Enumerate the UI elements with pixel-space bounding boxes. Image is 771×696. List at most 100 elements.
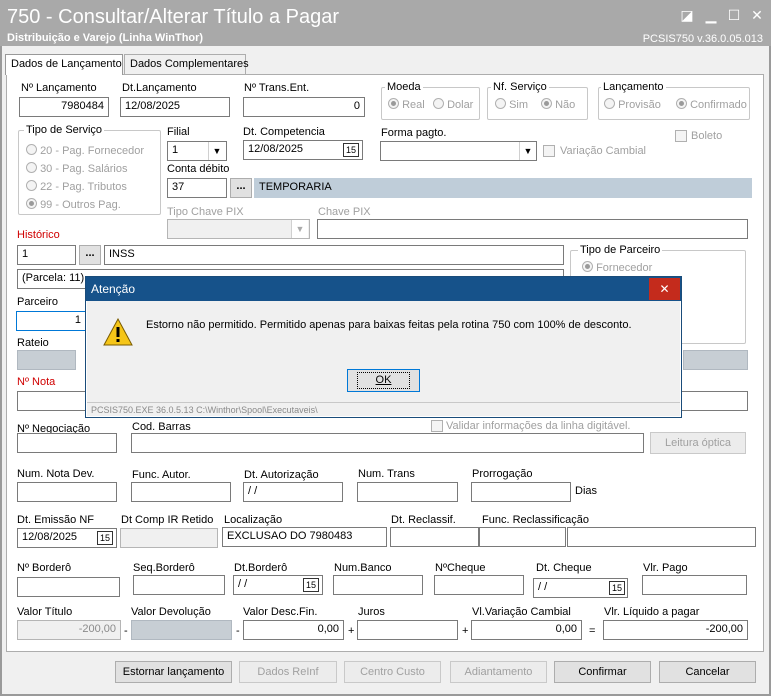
cancelar-button[interactable]: Cancelar <box>659 661 756 683</box>
radio-icon <box>433 98 444 109</box>
valor-titulo-label: Valor Título <box>17 606 73 618</box>
close-window-icon[interactable]: ✕ <box>748 6 766 24</box>
fornecedor-radio[interactable]: Fornecedor <box>582 261 652 274</box>
tab-dados-complementares[interactable]: Dados Complementares <box>124 54 249 74</box>
func-autor-label: Func. Autor. <box>132 469 191 481</box>
nf-nao-radio[interactable]: Não <box>541 98 575 111</box>
tab-dados-lancamento[interactable]: Dados de Lançamento <box>5 54 123 75</box>
prorrogacao-field[interactable] <box>471 482 571 502</box>
juros-field[interactable] <box>357 620 458 640</box>
calendar-icon[interactable]: 15 <box>609 581 625 595</box>
provisao-label: Provisão <box>618 99 661 111</box>
historico-code[interactable]: 1 <box>17 245 76 265</box>
historico-search-button[interactable]: ... <box>79 245 101 265</box>
chevron-down-icon[interactable]: ▼ <box>291 220 308 238</box>
vl-variacao-label: Vl.Variação Cambial <box>472 606 571 618</box>
trans-ent-field[interactable]: 0 <box>243 97 365 117</box>
nota-dev-label: Num. Nota Dev. <box>17 468 95 480</box>
forma-pagto-select[interactable] <box>380 141 537 161</box>
sim-label: Sim <box>509 99 529 111</box>
boleto-checkbox[interactable] <box>675 130 687 142</box>
moeda-title: Moeda <box>385 81 423 93</box>
dt-competencia-label: Dt. Competencia <box>243 126 325 138</box>
ts2-label: 30 - Pag. Salários <box>40 163 128 175</box>
version-label: PCSIS750 v.36.0.05.013 <box>642 33 763 45</box>
num-banco-field[interactable] <box>333 575 423 595</box>
minimize-icon[interactable]: ▁ <box>702 6 720 24</box>
centro-custo-button[interactable]: Centro Custo <box>344 661 441 683</box>
valor-devolucao-label: Valor Devolução <box>131 606 211 618</box>
vlr-pago-field[interactable] <box>642 575 747 595</box>
radio-icon <box>495 98 506 109</box>
func-reclass-desc[interactable] <box>567 527 756 547</box>
restore-icon[interactable]: ◪ <box>678 6 696 24</box>
ts-outros-radio[interactable]: 99 - Outros Pag. <box>26 198 121 211</box>
nota-dev-field[interactable] <box>17 482 117 502</box>
tipo-servico-title: Tipo de Serviço <box>24 124 105 136</box>
bordero-field[interactable] <box>17 577 120 597</box>
minus-sign: - <box>236 625 240 637</box>
confirmado-radio[interactable]: Confirmado <box>676 98 747 111</box>
dt-lancamento-field[interactable]: 12/08/2025 <box>120 97 230 117</box>
vlr-liquido-field[interactable]: -200,00 <box>603 620 748 640</box>
calendar-icon[interactable]: 15 <box>97 531 113 545</box>
func-reclass-label: Func. Reclassificação <box>482 514 589 526</box>
estornar-lancamento-button[interactable]: Estornar lançamento <box>115 661 232 683</box>
dt-autorizacao-field[interactable]: / / <box>243 482 343 502</box>
parceiro-field[interactable]: 1 <box>16 311 86 331</box>
moeda-dolar-radio[interactable]: Dolar <box>433 98 473 111</box>
num-trans-label: Num. Trans <box>358 468 415 480</box>
chevron-down-icon[interactable]: ▼ <box>519 142 536 160</box>
dt-reclassif-field[interactable] <box>390 527 479 547</box>
tipo-parceiro-title: Tipo de Parceiro <box>578 244 663 256</box>
plus-sign: + <box>348 625 355 637</box>
juros-label: Juros <box>358 606 385 618</box>
conta-search-button[interactable]: ... <box>230 178 252 198</box>
historico-label: Histórico <box>17 229 60 241</box>
num-lancamento-field[interactable]: 7980484 <box>19 97 109 117</box>
ts4-label: 99 - Outros Pag. <box>40 199 121 211</box>
historico-descricao[interactable]: INSS <box>104 245 564 265</box>
conta-debito-field[interactable]: 37 <box>167 178 227 198</box>
parceiro-label: Parceiro <box>17 296 58 308</box>
func-reclass-field[interactable] <box>479 527 566 547</box>
dias-label: Dias <box>575 485 598 497</box>
num-trans-field[interactable] <box>357 482 458 502</box>
valor-desc-field[interactable]: 0,00 <box>243 620 344 640</box>
dados-reinf-button[interactable]: Dados ReInf <box>239 661 337 683</box>
provisao-radio[interactable]: Provisão <box>604 98 661 111</box>
localizacao-label: Localização <box>224 514 283 526</box>
rateio-desc <box>683 350 748 370</box>
maximize-icon[interactable]: ☐ <box>725 6 743 24</box>
func-autor-field[interactable] <box>131 482 231 502</box>
ts-salarios-radio[interactable]: 30 - Pag. Salários <box>26 162 128 175</box>
moeda-real-radio[interactable]: Real <box>388 98 425 111</box>
calendar-icon[interactable]: 15 <box>343 143 359 157</box>
fornecedor-label: Fornecedor <box>596 262 653 274</box>
cod-barras-field[interactable] <box>131 433 644 453</box>
negociacao-field[interactable] <box>17 433 117 453</box>
leitura-optica-button[interactable]: Leitura óptica <box>650 432 746 454</box>
nf-sim-radio[interactable]: Sim <box>495 98 528 111</box>
seq-bordero-field[interactable] <box>133 575 225 595</box>
num-cheque-field[interactable] <box>434 575 524 595</box>
chave-pix-field[interactable] <box>317 219 748 239</box>
validar-digitavel-checkbox[interactable] <box>431 420 443 432</box>
variacao-cambial-checkbox[interactable] <box>543 145 555 157</box>
ts-fornecedor-radio[interactable]: 20 - Pag. Fornecedor <box>26 144 144 157</box>
valor-titulo-field: -200,00 <box>17 620 121 640</box>
adiantamento-button[interactable]: Adiantamento <box>450 661 547 683</box>
title-bar: 750 - Consultar/Alterar Título a Pagar D… <box>0 0 771 46</box>
dt-comp-ir-select[interactable] <box>120 528 218 548</box>
vl-variacao-field[interactable]: 0,00 <box>471 620 582 640</box>
ts-tributos-radio[interactable]: 22 - Pag. Tributos <box>26 180 127 193</box>
dialog-ok-button[interactable]: OK <box>347 369 420 392</box>
localizacao-field[interactable]: EXCLUSAO DO 7980483 <box>222 527 387 547</box>
calendar-icon[interactable]: 15 <box>303 578 319 592</box>
tipo-pix-select[interactable] <box>167 219 310 239</box>
prorrogacao-label: Prorrogação <box>472 468 533 480</box>
radio-icon <box>541 98 552 109</box>
chevron-down-icon[interactable]: ▼ <box>208 142 225 160</box>
dialog-close-icon[interactable]: ✕ <box>649 278 680 300</box>
confirmar-button[interactable]: Confirmar <box>554 661 651 683</box>
